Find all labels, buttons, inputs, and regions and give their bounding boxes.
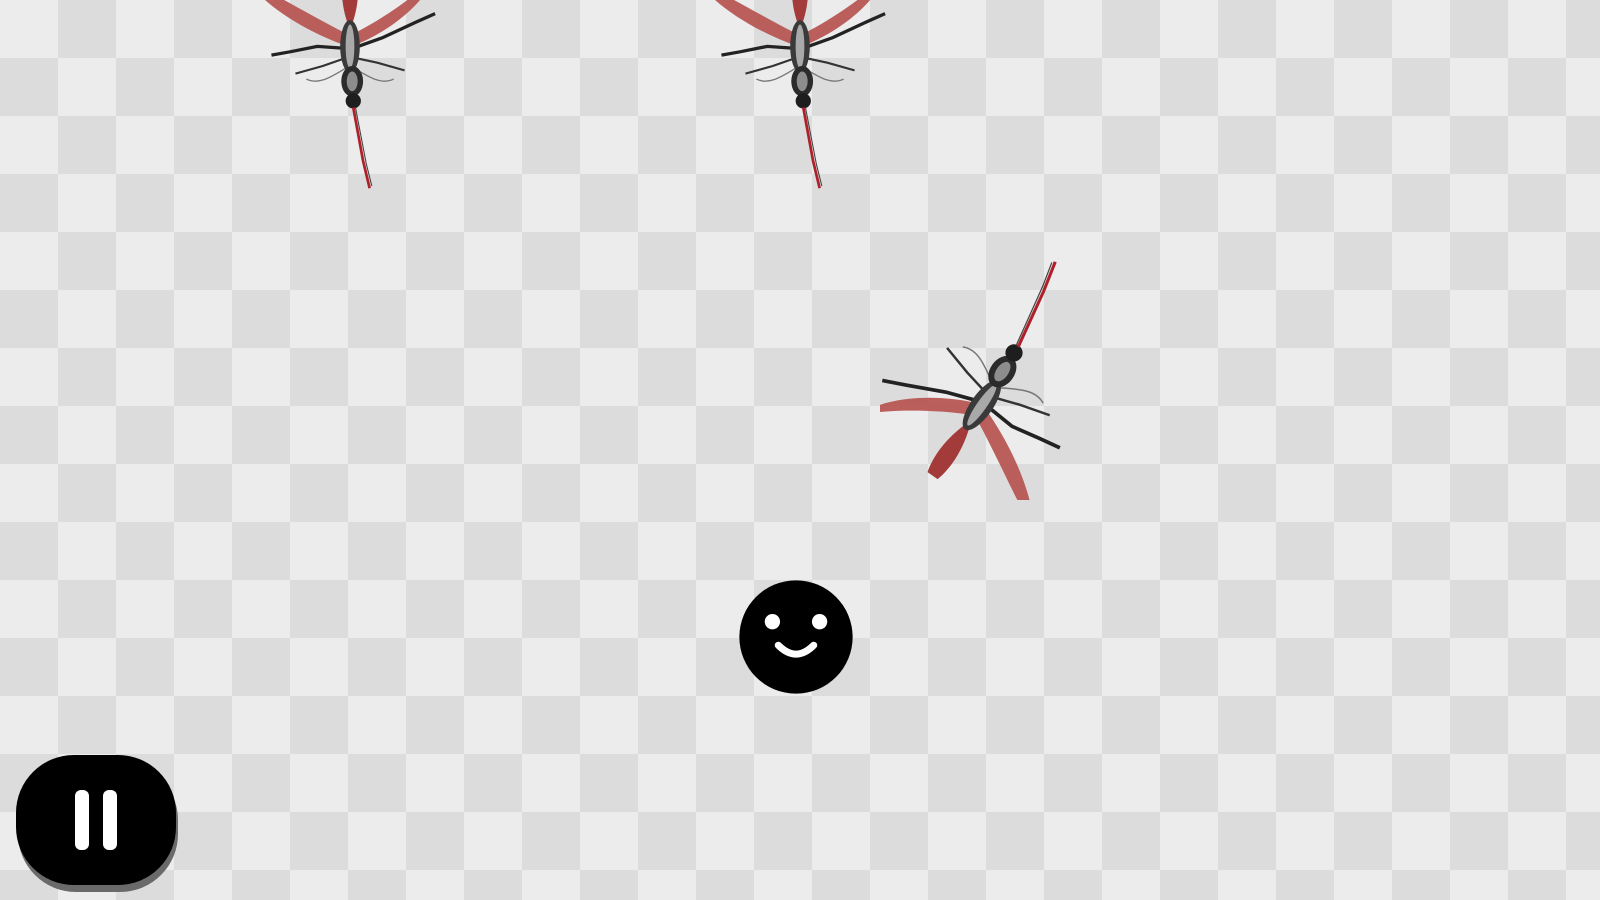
pause-icon-bar bbox=[103, 790, 117, 850]
pause-icon bbox=[75, 790, 89, 850]
smiley-face-icon[interactable] bbox=[737, 578, 855, 696]
mosquito-enemy-1[interactable] bbox=[230, 0, 470, 210]
mosquito-enemy-3[interactable] bbox=[880, 230, 1140, 500]
mosquito-enemy-2[interactable] bbox=[680, 0, 920, 210]
pause-button[interactable] bbox=[16, 755, 176, 885]
game-canvas[interactable] bbox=[0, 0, 1600, 900]
